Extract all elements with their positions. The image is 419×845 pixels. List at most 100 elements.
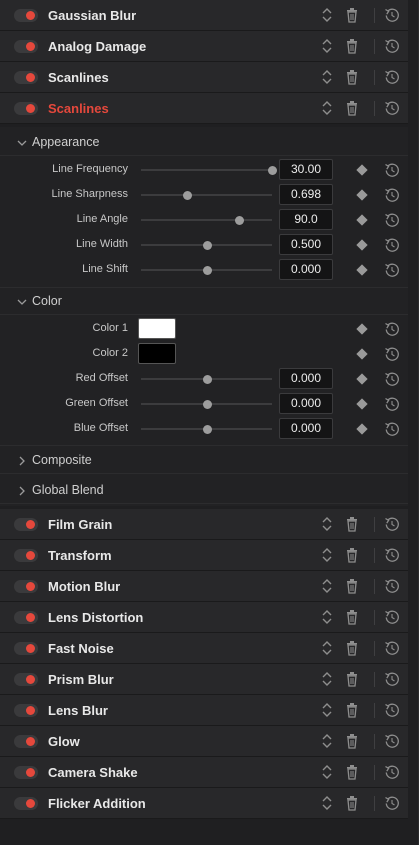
reset-icon[interactable] — [384, 733, 399, 749]
value-field[interactable]: 0.000 — [279, 393, 333, 414]
effect-row[interactable]: Gaussian Blur — [0, 0, 408, 31]
slider-thumb[interactable] — [268, 166, 277, 175]
chevron-down-icon[interactable] — [16, 295, 28, 307]
sort-up-down-icon[interactable] — [320, 609, 334, 625]
color-swatch[interactable] — [138, 343, 176, 364]
enable-toggle[interactable] — [14, 766, 38, 779]
sort-up-down-icon[interactable] — [320, 7, 334, 23]
trash-icon[interactable] — [345, 640, 359, 656]
trash-icon[interactable] — [345, 7, 359, 23]
group-header-composite[interactable]: Composite — [0, 446, 408, 474]
keyframe-diamond-icon[interactable] — [356, 264, 368, 276]
sort-up-down-icon[interactable] — [320, 640, 334, 656]
enable-toggle[interactable] — [14, 704, 38, 717]
trash-icon[interactable] — [345, 547, 359, 563]
keyframe-diamond-icon[interactable] — [356, 348, 368, 360]
trash-icon[interactable] — [345, 609, 359, 625]
sort-up-down-icon[interactable] — [320, 795, 334, 811]
slider-thumb[interactable] — [202, 241, 212, 250]
effect-row[interactable]: Motion Blur — [0, 571, 408, 602]
enable-toggle[interactable] — [14, 642, 38, 655]
trash-icon[interactable] — [345, 702, 359, 718]
color-swatch[interactable] — [138, 318, 176, 339]
keyframe-diamond-icon[interactable] — [356, 214, 368, 226]
enable-toggle[interactable] — [14, 797, 38, 810]
enable-toggle[interactable] — [14, 518, 38, 531]
enable-toggle[interactable] — [14, 9, 38, 22]
keyframe-diamond-icon[interactable] — [356, 398, 368, 410]
value-field[interactable]: 0.698 — [279, 184, 333, 205]
reset-icon[interactable] — [384, 100, 399, 116]
enable-toggle[interactable] — [14, 611, 38, 624]
reset-icon[interactable] — [384, 187, 400, 203]
sort-up-down-icon[interactable] — [320, 702, 334, 718]
value-field[interactable]: 0.000 — [279, 259, 333, 280]
reset-icon[interactable] — [384, 212, 400, 228]
reset-icon[interactable] — [384, 7, 399, 23]
reset-icon[interactable] — [384, 609, 399, 625]
keyframe-diamond-icon[interactable] — [356, 323, 368, 335]
trash-icon[interactable] — [345, 69, 359, 85]
reset-icon[interactable] — [384, 38, 399, 54]
reset-icon[interactable] — [384, 671, 399, 687]
reset-icon[interactable] — [384, 162, 400, 178]
slider-thumb[interactable] — [202, 375, 212, 384]
effect-row[interactable]: Lens Blur — [0, 695, 408, 726]
reset-icon[interactable] — [384, 516, 399, 532]
value-field[interactable]: 30.00 — [279, 159, 333, 180]
enable-toggle[interactable] — [14, 735, 38, 748]
slider-thumb[interactable] — [182, 191, 192, 200]
effect-row[interactable]: Scanlines — [0, 62, 408, 93]
enable-toggle[interactable] — [14, 549, 38, 562]
sort-up-down-icon[interactable] — [320, 38, 334, 54]
reset-icon[interactable] — [384, 421, 400, 437]
value-field[interactable]: 90.0 — [279, 209, 333, 230]
trash-icon[interactable] — [345, 733, 359, 749]
reset-icon[interactable] — [384, 578, 399, 594]
group-header-global-blend[interactable]: Global Blend — [0, 476, 408, 504]
keyframe-diamond-icon[interactable] — [356, 373, 368, 385]
effect-row[interactable]: Flicker Addition — [0, 788, 408, 819]
enable-toggle[interactable] — [14, 71, 38, 84]
enable-toggle[interactable] — [14, 102, 38, 115]
sort-up-down-icon[interactable] — [320, 764, 334, 780]
keyframe-diamond-icon[interactable] — [356, 189, 368, 201]
reset-icon[interactable] — [384, 237, 400, 253]
sort-up-down-icon[interactable] — [320, 69, 334, 85]
trash-icon[interactable] — [345, 671, 359, 687]
enable-toggle[interactable] — [14, 673, 38, 686]
effect-row[interactable]: Lens Distortion — [0, 602, 408, 633]
reset-icon[interactable] — [384, 371, 400, 387]
sort-up-down-icon[interactable] — [320, 100, 334, 116]
reset-icon[interactable] — [384, 396, 400, 412]
reset-icon[interactable] — [384, 321, 400, 337]
effect-row[interactable]: Scanlines — [0, 93, 408, 124]
trash-icon[interactable] — [345, 516, 359, 532]
reset-icon[interactable] — [384, 547, 399, 563]
value-field[interactable]: 0.500 — [279, 234, 333, 255]
effect-row[interactable]: Glow — [0, 726, 408, 757]
chevron-down-icon[interactable] — [16, 136, 28, 148]
keyframe-diamond-icon[interactable] — [356, 423, 368, 435]
chevron-right-icon[interactable] — [16, 454, 28, 466]
keyframe-diamond-icon[interactable] — [356, 239, 368, 251]
trash-icon[interactable] — [345, 795, 359, 811]
reset-icon[interactable] — [384, 262, 400, 278]
effect-row[interactable]: Film Grain — [0, 509, 408, 540]
effect-row[interactable]: Camera Shake — [0, 757, 408, 788]
reset-icon[interactable] — [384, 795, 399, 811]
enable-toggle[interactable] — [14, 580, 38, 593]
slider-track[interactable] — [141, 169, 272, 171]
reset-icon[interactable] — [384, 346, 400, 362]
slider-thumb[interactable] — [235, 216, 245, 225]
group-header-appearance[interactable]: Appearance — [0, 128, 408, 156]
slider-track[interactable] — [141, 219, 272, 221]
trash-icon[interactable] — [345, 100, 359, 116]
trash-icon[interactable] — [345, 38, 359, 54]
value-field[interactable]: 0.000 — [279, 418, 333, 439]
reset-icon[interactable] — [384, 69, 399, 85]
sort-up-down-icon[interactable] — [320, 671, 334, 687]
slider-thumb[interactable] — [202, 425, 212, 434]
keyframe-diamond-icon[interactable] — [356, 164, 368, 176]
slider-thumb[interactable] — [202, 400, 212, 409]
